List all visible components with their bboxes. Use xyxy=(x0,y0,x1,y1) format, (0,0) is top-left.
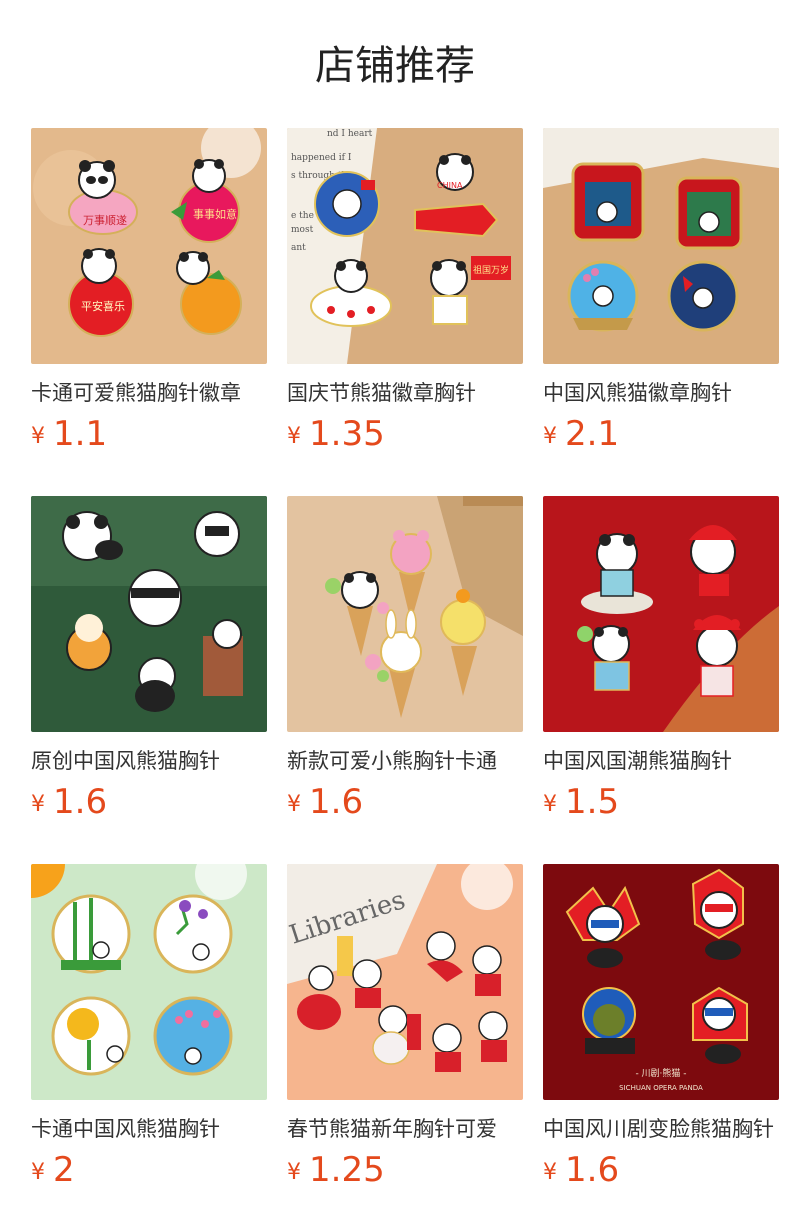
product-image[interactable] xyxy=(543,128,779,364)
price-value: 1.6 xyxy=(53,782,108,822)
svg-text:happened if I: happened if I xyxy=(291,153,352,163)
currency-symbol: ¥ xyxy=(543,1160,557,1185)
currency-symbol: ¥ xyxy=(543,792,557,817)
product-image[interactable]: 万事顺遂 事事如意 平安喜乐 xyxy=(31,128,267,364)
pin-text-1: 万事顺遂 xyxy=(83,213,127,227)
currency-symbol: ¥ xyxy=(287,792,301,817)
product-price: ¥2.1 xyxy=(543,414,619,454)
price-value: 1.35 xyxy=(309,414,385,454)
product-price: ¥1.25 xyxy=(287,1150,385,1190)
product-price: ¥1.1 xyxy=(31,414,107,454)
product-price: ¥1.6 xyxy=(287,782,363,822)
currency-symbol: ¥ xyxy=(31,424,45,449)
currency-symbol: ¥ xyxy=(543,424,557,449)
svg-text:ant: ant xyxy=(291,243,306,253)
product-price: ¥1.5 xyxy=(543,782,619,822)
svg-text:e the: e the xyxy=(291,211,314,221)
currency-symbol: ¥ xyxy=(287,1160,301,1185)
product-name[interactable]: 中国风国潮熊猫胸针 xyxy=(543,746,779,776)
price-value: 2 xyxy=(53,1150,75,1190)
rocket-text: CHINA xyxy=(437,181,463,190)
price-value: 2.1 xyxy=(565,414,620,454)
product-card[interactable]: 中国风国潮熊猫胸针 ¥1.5 xyxy=(543,496,779,826)
product-card[interactable]: nd I heart happened if I s through the e… xyxy=(287,128,523,458)
page-title: 店铺推荐 xyxy=(315,43,475,89)
product-price: ¥1.6 xyxy=(543,1150,619,1190)
product-card[interactable]: 中国风熊猫徽章胸针 ¥2.1 xyxy=(543,128,779,458)
product-image[interactable]: nd I heart happened if I s through the e… xyxy=(287,128,523,364)
product-card[interactable]: Libraries 春节熊猫新年胸针可爱 ¥ 1.25 xyxy=(287,864,523,1194)
product-price: ¥1.35 xyxy=(287,414,385,454)
product-name[interactable]: 国庆节熊猫徽章胸针 xyxy=(287,378,523,408)
product-card[interactable]: 新款可爱小熊胸针卡通 ¥1.6 xyxy=(287,496,523,826)
product-name[interactable]: 新款可爱小熊胸针卡通 xyxy=(287,746,523,776)
product-image[interactable] xyxy=(31,864,267,1100)
product-name[interactable]: 中国风熊猫徽章胸针 xyxy=(543,378,779,408)
currency-symbol: ¥ xyxy=(31,1160,45,1185)
price-value: 1.6 xyxy=(565,1150,620,1190)
product-price: ¥1.6 xyxy=(31,782,107,822)
product-name[interactable]: 原创中国风熊猫胸针 xyxy=(31,746,267,776)
product-price: ¥2 xyxy=(31,1150,75,1190)
currency-symbol: ¥ xyxy=(287,424,301,449)
opera-subtitle: - 川剧·熊猫 - xyxy=(635,1067,686,1079)
product-image[interactable]: Libraries xyxy=(287,864,523,1100)
product-name[interactable]: 中国风川剧变脸熊猫胸针 xyxy=(543,1114,779,1144)
svg-text:most: most xyxy=(291,225,314,235)
price-value: 1.25 xyxy=(309,1150,385,1190)
product-card[interactable]: 万事顺遂 事事如意 平安喜乐 卡通可爱熊猫胸针徽章 ¥1.1 xyxy=(31,128,267,458)
product-name[interactable]: 卡通可爱熊猫胸针徽章 xyxy=(31,378,267,408)
product-image[interactable] xyxy=(543,496,779,732)
product-card[interactable]: - 川剧·熊猫 - SICHUAN OPERA PANDA 中国风川剧变脸熊猫胸… xyxy=(543,864,779,1194)
product-name[interactable]: 春节熊猫新年胸针可爱 xyxy=(287,1114,523,1144)
product-image[interactable] xyxy=(31,496,267,732)
pin-text-3: 平安喜乐 xyxy=(81,299,125,313)
price-value: 1.1 xyxy=(53,414,108,454)
product-name[interactable]: 卡通中国风熊猫胸针 xyxy=(31,1114,267,1144)
product-card[interactable]: 原创中国风熊猫胸针 ¥1.6 xyxy=(31,496,267,826)
product-image[interactable]: - 川剧·熊猫 - SICHUAN OPERA PANDA xyxy=(543,864,779,1100)
currency-symbol: ¥ xyxy=(31,792,45,817)
pin-text-2: 事事如意 xyxy=(193,207,237,221)
product-card[interactable]: 卡通中国风熊猫胸针 ¥2 xyxy=(31,864,267,1194)
price-value: 1.5 xyxy=(565,782,620,822)
svg-text:nd I heart: nd I heart xyxy=(327,129,373,139)
flag-text: 祖国万岁 xyxy=(473,264,509,276)
product-image[interactable] xyxy=(287,496,523,732)
opera-subtitle-en: SICHUAN OPERA PANDA xyxy=(619,1084,703,1092)
price-value: 1.6 xyxy=(309,782,364,822)
